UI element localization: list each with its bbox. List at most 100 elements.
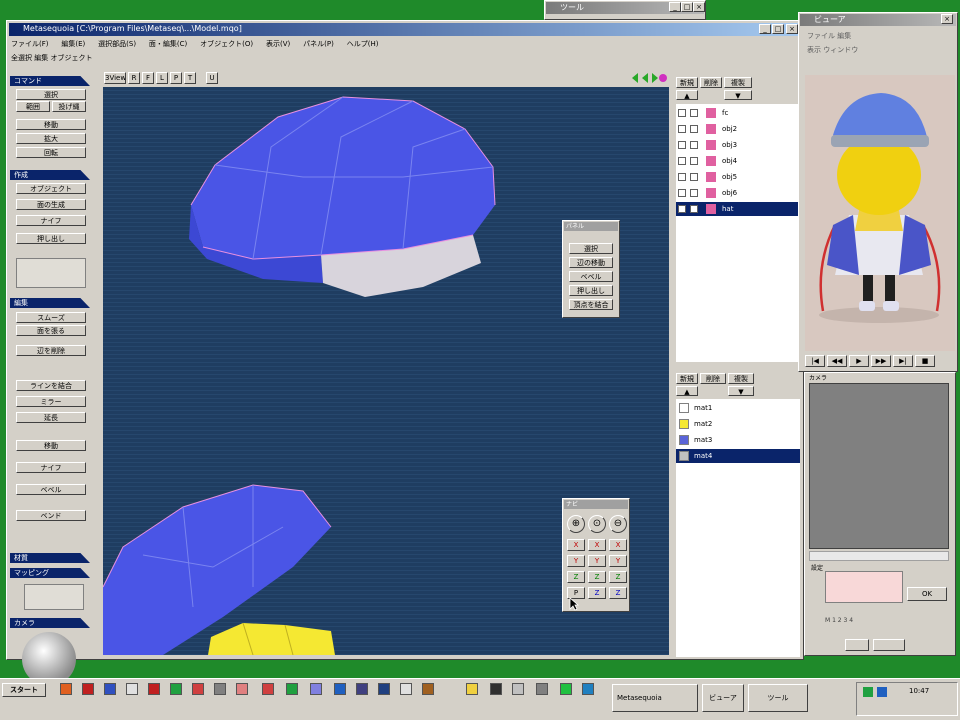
play-icon[interactable]: ▶ (849, 355, 869, 367)
material-delete-button[interactable]: 削除 (700, 373, 726, 384)
quicklaunch-icon[interactable] (170, 683, 182, 695)
quicklaunch-icon[interactable] (192, 683, 204, 695)
taskbar-item-metasequoia[interactable]: Metasequoia (612, 684, 698, 712)
fast-forward-icon[interactable]: ▶▶ (871, 355, 891, 367)
lock-icon[interactable] (690, 141, 698, 149)
lower-right-small-button-1[interactable] (845, 639, 869, 651)
main-close-button[interactable]: × (786, 24, 798, 34)
axis-x2-button[interactable]: X (588, 539, 606, 551)
quicklaunch-icon[interactable] (582, 683, 594, 695)
nav-arrows-icon[interactable] (630, 72, 668, 84)
tab-under[interactable]: U (206, 72, 218, 84)
material-row[interactable]: mat2 (676, 417, 800, 431)
object-row-selected[interactable]: hat (676, 202, 800, 216)
visible-icon[interactable] (678, 189, 686, 197)
menu-edit[interactable]: 編集(E) (61, 38, 85, 50)
rewind-icon[interactable]: ◀◀ (827, 355, 847, 367)
taskbar-item-tool[interactable]: ツール (748, 684, 808, 712)
material-row[interactable]: mat1 (676, 401, 800, 415)
axis-z5-button[interactable]: Z (609, 587, 627, 599)
tab-front[interactable]: F (142, 72, 154, 84)
tab-left[interactable]: L (156, 72, 168, 84)
quicklaunch-icon[interactable] (126, 683, 138, 695)
quicklaunch-icon[interactable] (378, 683, 390, 695)
tab-3view[interactable]: 3View (104, 72, 126, 84)
object-delete-button[interactable]: 削除 (700, 77, 722, 88)
tray-clock[interactable]: 10:47 (909, 687, 955, 699)
tab-right[interactable]: R (128, 72, 140, 84)
axis-y3-button[interactable]: Y (609, 555, 627, 567)
move-button[interactable]: 移動 (16, 119, 86, 130)
floating-nav-titlebar[interactable]: ナビ (564, 500, 628, 509)
menu-face[interactable]: 面・編集(C) (149, 38, 187, 50)
quicklaunch-icon[interactable] (560, 683, 572, 695)
lock-icon[interactable] (690, 109, 698, 117)
object-up-button[interactable]: ▲ (676, 90, 698, 100)
menu-help[interactable]: ヘルプ(H) (347, 38, 379, 50)
quicklaunch-icon[interactable] (310, 683, 322, 695)
quicklaunch-icon[interactable] (356, 683, 368, 695)
lock-icon[interactable] (690, 157, 698, 165)
material-up-button[interactable]: ▲ (676, 386, 698, 396)
preview-menu-line1[interactable]: ファイル 編集 (807, 31, 947, 41)
material-row[interactable]: mat3 (676, 433, 800, 447)
extrude-button[interactable]: 押し出し (16, 233, 86, 244)
object-new-button[interactable]: 新規 (676, 77, 698, 88)
quicklaunch-icon[interactable] (512, 683, 524, 695)
ok-button[interactable]: OK (907, 587, 947, 601)
maximize-button[interactable]: □ (681, 2, 693, 12)
menu-panel[interactable]: パネル(P) (303, 38, 334, 50)
quicklaunch-icon[interactable] (400, 683, 412, 695)
tab-top[interactable]: T (184, 72, 196, 84)
face-create-button[interactable]: 面の生成 (16, 199, 86, 210)
material-new-button[interactable]: 新規 (676, 373, 698, 384)
scale-button[interactable]: 拡大 (16, 133, 86, 144)
panel-move-edge-button[interactable]: 辺の移動 (569, 257, 613, 268)
floating-command-titlebar[interactable]: パネル (564, 222, 618, 231)
axis-y2-button[interactable]: Y (588, 555, 606, 567)
minimize-button[interactable]: _ (669, 2, 681, 12)
axis-z4-button[interactable]: Z (588, 587, 606, 599)
quicklaunch-icon[interactable] (262, 683, 274, 695)
lock-icon[interactable] (690, 205, 698, 213)
menu-object[interactable]: オブジェクト(O) (200, 38, 253, 50)
axis-y1-button[interactable]: Y (567, 555, 585, 567)
select-button[interactable]: 選択 (16, 89, 86, 100)
main-minimize-button[interactable]: _ (759, 24, 771, 34)
preview-titlebar[interactable]: ビューア (800, 14, 956, 26)
fill-face-button[interactable]: 面を張る (16, 325, 86, 336)
quicklaunch-icon[interactable] (334, 683, 346, 695)
lower-right-canvas[interactable] (809, 383, 949, 549)
visible-icon[interactable] (678, 173, 686, 181)
object-create-button[interactable]: オブジェクト (16, 183, 86, 194)
delete-edge-button[interactable]: 辺を削除 (16, 345, 86, 356)
preview-render-area[interactable] (805, 75, 955, 351)
visible-icon[interactable] (678, 141, 686, 149)
zoom-fit-icon[interactable]: ⊙ (588, 515, 606, 533)
quicklaunch-icon[interactable] (214, 683, 226, 695)
quicklaunch-icon[interactable] (286, 683, 298, 695)
lower-right-small-button-2[interactable] (873, 639, 905, 651)
menu-view[interactable]: 表示(V) (266, 38, 290, 50)
start-button[interactable]: スタート (2, 683, 46, 697)
quicklaunch-icon[interactable] (104, 683, 116, 695)
panel-weld-button[interactable]: 頂点を結合 (569, 299, 613, 310)
stop-icon[interactable]: ■ (915, 355, 935, 367)
last-frame-icon[interactable]: ▶| (893, 355, 913, 367)
rotate-button[interactable]: 回転 (16, 147, 86, 158)
tray-icon[interactable] (863, 687, 873, 697)
preview-close-button[interactable]: × (941, 14, 953, 24)
axis-z3-button[interactable]: Z (609, 571, 627, 583)
tray-icon[interactable] (877, 687, 887, 697)
object-row[interactable]: obj4 (676, 154, 800, 168)
axis-z2-button[interactable]: Z (588, 571, 606, 583)
visible-icon[interactable] (678, 205, 686, 213)
lock-icon[interactable] (690, 173, 698, 181)
material-down-button[interactable]: ▼ (728, 386, 754, 396)
edit-knife-button[interactable]: ナイフ (16, 462, 86, 473)
quicklaunch-icon[interactable] (490, 683, 502, 695)
edit-move-button[interactable]: 移動 (16, 440, 86, 451)
close-button[interactable]: × (693, 2, 705, 12)
object-row[interactable]: obj2 (676, 122, 800, 136)
axis-z1-button[interactable]: Z (567, 571, 585, 583)
